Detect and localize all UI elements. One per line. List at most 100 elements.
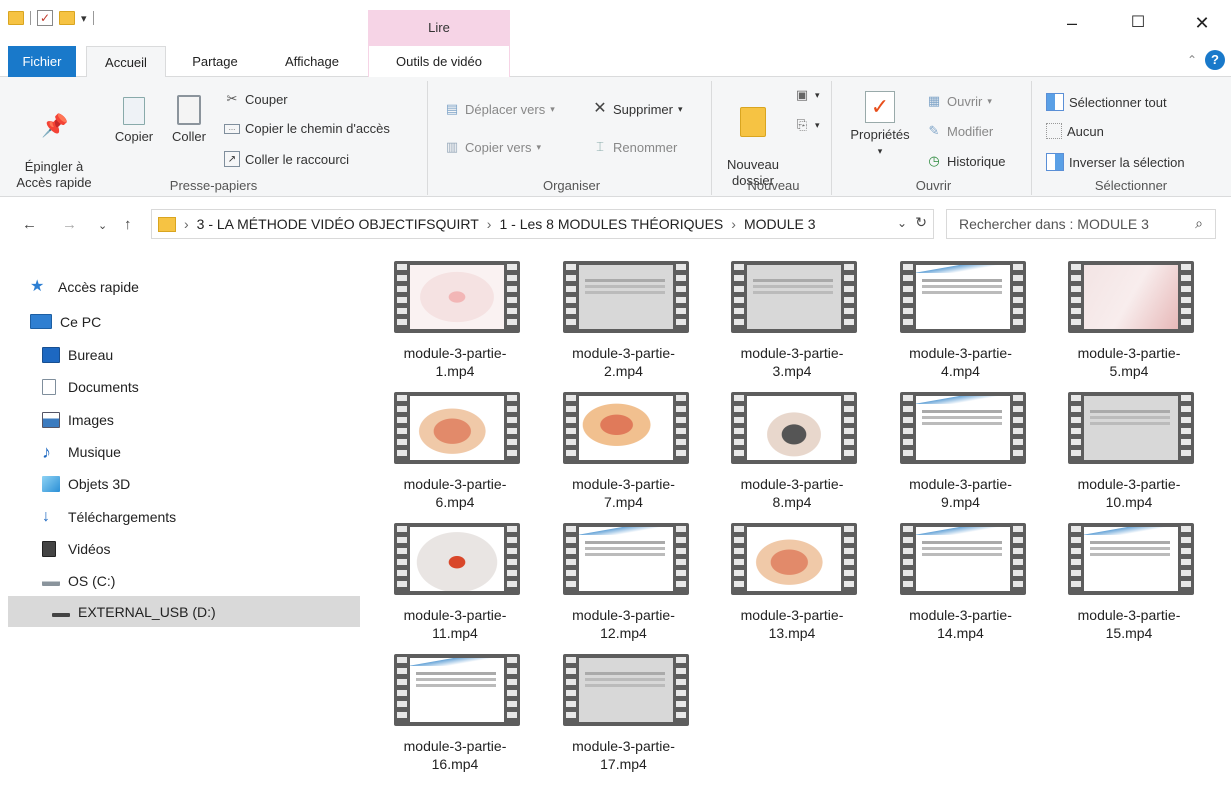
file-item[interactable]: module-3-partie- 17.mp4 bbox=[549, 643, 699, 772]
refresh-icon[interactable]: ↻ bbox=[915, 214, 927, 231]
copy-path-button[interactable]: … Copier le chemin d'accès bbox=[224, 121, 390, 136]
copy-button[interactable]: Copier bbox=[110, 97, 158, 145]
sidebar-item-this-pc[interactable]: Ce PC bbox=[30, 306, 360, 337]
copy-to-label: Copier vers bbox=[465, 139, 532, 155]
sidebar-item-videos[interactable]: Vidéos bbox=[42, 533, 360, 564]
film-strip-holes bbox=[565, 395, 576, 461]
cut-button[interactable]: ✂ Couper bbox=[224, 91, 288, 107]
slide-text-lines bbox=[921, 279, 1002, 282]
history-button[interactable]: ◷ Historique bbox=[926, 153, 1005, 169]
file-item[interactable]: module-3-partie- 13.mp4 bbox=[717, 512, 867, 641]
ribbon-tabs: Fichier Accueil Partage Affichage Outils… bbox=[0, 46, 1231, 174]
up-arrow-icon[interactable]: ↑ bbox=[124, 216, 132, 233]
file-item[interactable]: module-3-partie- 16.mp4 bbox=[380, 643, 530, 772]
film-strip-holes bbox=[1181, 395, 1191, 461]
rename-button[interactable]: ⌶ Renommer bbox=[592, 139, 677, 155]
file-item[interactable]: module-3-partie- 3.mp4 bbox=[717, 250, 867, 379]
copy-icon bbox=[123, 97, 145, 125]
collapse-ribbon-icon[interactable]: ⌃ bbox=[1187, 53, 1197, 67]
copy-to-button[interactable]: ▥ Copier vers ▾ bbox=[444, 139, 541, 155]
help-icon[interactable]: ? bbox=[1205, 50, 1225, 70]
tab-share[interactable]: Partage bbox=[180, 46, 250, 77]
file-item[interactable]: module-3-partie- 12.mp4 bbox=[549, 512, 699, 641]
select-none-button[interactable]: Aucun bbox=[1046, 123, 1104, 139]
sidebar-item-3d-objects[interactable]: Objets 3D bbox=[42, 468, 360, 499]
downloads-icon: ↓ bbox=[42, 507, 50, 525]
paste-shortcut-button[interactable]: ↗ Coller le raccourci bbox=[224, 151, 349, 167]
film-strip-holes bbox=[565, 657, 576, 723]
sidebar-item-os-drive[interactable]: OS (C:) bbox=[42, 565, 360, 596]
scissors-icon: ✂ bbox=[226, 91, 238, 106]
file-item[interactable]: module-3-partie- 11.mp4 bbox=[380, 512, 530, 641]
properties-check-icon[interactable]: ✓ bbox=[37, 10, 53, 26]
group-new: Nouveau dossier ▣ ▾ ⎘ ▾ Nouveau bbox=[716, 81, 832, 195]
film-strip-holes bbox=[507, 395, 517, 461]
properties-button[interactable]: ✓ Propriétés ▾ bbox=[844, 91, 916, 159]
paste-button[interactable]: Coller bbox=[166, 95, 212, 145]
breadcrumb: › 3 - LA MÉTHODE VIDÉO OBJECTIFSQUIRT › … bbox=[184, 216, 816, 232]
film-strip-holes bbox=[507, 264, 517, 330]
sidebar-item-external-usb[interactable]: EXTERNAL_USB (D:) bbox=[8, 596, 360, 627]
video-thumbnail-icon bbox=[731, 392, 857, 464]
file-item[interactable]: module-3-partie- 2.mp4 bbox=[549, 250, 699, 379]
breadcrumb-item[interactable]: MODULE 3 bbox=[744, 216, 816, 232]
maximize-button[interactable]: ☐ bbox=[1115, 8, 1161, 38]
sidebar-item-downloads[interactable]: ↓ Téléchargements bbox=[42, 501, 360, 532]
new-folder-icon[interactable] bbox=[59, 11, 75, 25]
file-item[interactable]: module-3-partie- 8.mp4 bbox=[717, 381, 867, 510]
file-item[interactable]: module-3-partie- 15.mp4 bbox=[1054, 512, 1204, 641]
breadcrumb-item[interactable]: 1 - Les 8 MODULES THÉORIQUES bbox=[499, 216, 723, 232]
tab-view[interactable]: Affichage bbox=[268, 46, 356, 77]
sidebar-item-desktop[interactable]: Bureau bbox=[42, 339, 360, 370]
close-button[interactable]: ✕ bbox=[1179, 8, 1225, 38]
search-input[interactable] bbox=[959, 216, 1179, 232]
file-item[interactable]: module-3-partie- 14.mp4 bbox=[886, 512, 1036, 641]
edit-button[interactable]: ✎ Modifier bbox=[926, 123, 994, 139]
pin-quick-access-button[interactable]: 📌 Épingler à Accès rapide bbox=[16, 97, 92, 191]
usb-drive-icon bbox=[52, 612, 70, 617]
search-box[interactable]: ⌕ bbox=[946, 209, 1216, 239]
video-frame-preview bbox=[410, 658, 504, 722]
video-frame-preview bbox=[410, 527, 504, 591]
chevron-down-icon: ▾ bbox=[815, 119, 820, 130]
invert-selection-button[interactable]: Inverser la sélection bbox=[1046, 153, 1185, 171]
sidebar-item-images[interactable]: Images bbox=[42, 404, 360, 435]
address-bar[interactable]: › 3 - LA MÉTHODE VIDÉO OBJECTIFSQUIRT › … bbox=[151, 209, 934, 239]
address-history-chevron-icon[interactable]: ⌄ bbox=[897, 216, 907, 230]
sidebar-item-label: Téléchargements bbox=[68, 508, 177, 525]
file-item[interactable]: module-3-partie- 10.mp4 bbox=[1054, 381, 1204, 510]
sidebar-item-music[interactable]: ♪ Musique bbox=[42, 436, 360, 467]
easy-access-button[interactable]: ⎘ ▾ bbox=[794, 117, 820, 133]
file-item[interactable]: module-3-partie- 7.mp4 bbox=[549, 381, 699, 510]
invert-selection-icon bbox=[1046, 153, 1064, 171]
move-to-button[interactable]: ▤ Déplacer vers ▾ bbox=[444, 101, 555, 117]
open-button[interactable]: ▦ Ouvrir ▾ bbox=[926, 93, 992, 109]
sidebar-item-quick-access[interactable]: ★ Accès rapide bbox=[30, 271, 360, 302]
tab-home[interactable]: Accueil bbox=[86, 46, 166, 78]
back-arrow-icon[interactable]: ← bbox=[22, 216, 37, 233]
group-clipboard: 📌 Épingler à Accès rapide Copier Coller … bbox=[0, 81, 428, 195]
breadcrumb-item[interactable]: 3 - LA MÉTHODE VIDÉO OBJECTIFSQUIRT bbox=[197, 216, 479, 232]
customize-toolbar-dropdown-icon[interactable]: ▾ bbox=[81, 12, 87, 25]
video-frame-preview bbox=[747, 396, 841, 460]
file-name: module-3-partie- 14.mp4 bbox=[909, 607, 1012, 641]
file-item[interactable]: module-3-partie- 9.mp4 bbox=[886, 381, 1036, 510]
film-strip-holes bbox=[397, 526, 407, 592]
tab-video-tools[interactable]: Outils de vidéo bbox=[368, 46, 510, 77]
forward-arrow-icon[interactable]: → bbox=[62, 216, 77, 233]
minimize-button[interactable]: – bbox=[1049, 8, 1095, 38]
file-item[interactable]: module-3-partie- 4.mp4 bbox=[886, 250, 1036, 379]
sidebar-item-documents[interactable]: Documents bbox=[42, 371, 360, 402]
select-all-button[interactable]: Sélectionner tout bbox=[1046, 93, 1167, 111]
file-name: module-3-partie- 8.mp4 bbox=[740, 476, 844, 510]
rename-icon: ⌶ bbox=[596, 139, 604, 154]
file-item[interactable]: module-3-partie- 6.mp4 bbox=[380, 381, 530, 510]
file-item[interactable]: module-3-partie- 1.mp4 bbox=[380, 250, 530, 379]
file-item[interactable]: module-3-partie- 5.mp4 bbox=[1054, 250, 1204, 379]
recent-locations-chevron-icon[interactable]: ⌄ bbox=[98, 219, 107, 232]
new-folder-button[interactable]: Nouveau dossier bbox=[720, 91, 786, 189]
delete-button[interactable]: ✕ Supprimer ▾ bbox=[592, 101, 682, 117]
new-item-button[interactable]: ▣ ▾ bbox=[794, 87, 820, 103]
search-icon[interactable]: ⌕ bbox=[1195, 215, 1203, 232]
video-frame-preview bbox=[578, 527, 673, 591]
